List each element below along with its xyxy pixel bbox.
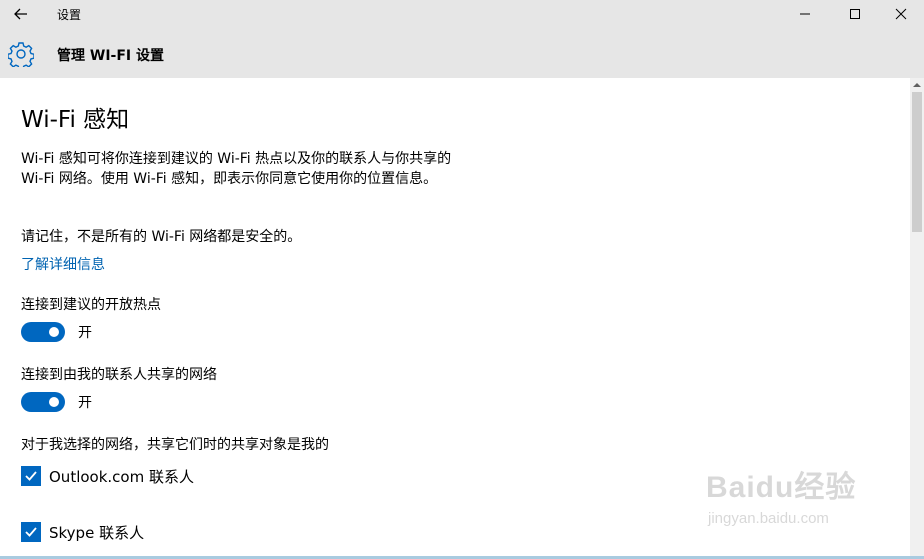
open-hotspots-label: 连接到建议的开放热点 [21,297,161,313]
toggle-state-label: 开 [78,395,92,411]
scroll-up-arrow-icon [913,83,921,87]
open-hotspots-toggle[interactable] [21,322,65,342]
outlook-contacts-label: Outlook.com 联系人 [49,467,194,486]
watermark: Baidu经验 jingyan.baidu.com [700,462,880,542]
description-text: Wi-Fi 感知可将你连接到建议的 Wi-Fi 热点以及你的联系人与你共享的 W… [21,151,452,187]
back-button[interactable] [6,0,36,28]
watermark-logo: Baidu经验 [706,471,857,504]
skype-contacts-checkbox[interactable] [21,522,41,542]
open-hotspots-toggle-row: 开 [21,322,92,342]
window-title: 设置 [57,8,82,22]
share-heading: 对于我选择的网络，共享它们时的共享对象是我的 [21,437,329,453]
outlook-contacts-row: Outlook.com 联系人 [21,466,194,486]
contact-networks-label: 连接到由我的联系人共享的网络 [21,367,217,383]
skype-contacts-row: Skype 联系人 [21,522,144,542]
arrow-left-icon [14,8,27,20]
minimize-icon [800,13,810,15]
title-bar: 设置 [0,0,924,28]
skype-contacts-label: Skype 联系人 [49,523,145,542]
toggle-knob [49,397,59,407]
security-note: 请记住，不是所有的 Wi-Fi 网络都是安全的。 [21,229,302,245]
page-header-title: 管理 WI-FI 设置 [57,48,164,64]
learn-more-link[interactable]: 了解详细信息 [21,254,105,274]
contact-networks-toggle-row: 开 [21,392,92,412]
maximize-icon [850,9,860,19]
scrollbar-thumb[interactable] [912,92,922,232]
settings-header: 管理 WI-FI 设置 [0,28,924,78]
scroll-up-button[interactable] [910,78,924,92]
minimize-button[interactable] [782,0,828,28]
outlook-contacts-checkbox[interactable] [21,466,41,486]
toggle-state-label: 开 [78,325,92,341]
vertical-scrollbar[interactable] [910,78,924,559]
close-icon [895,8,907,20]
contact-networks-toggle[interactable] [21,392,65,412]
checkmark-icon [25,527,37,537]
checkmark-icon [25,471,37,481]
gear-icon [8,42,34,67]
page-title: Wi-Fi 感知 [21,107,130,133]
close-button[interactable] [878,0,924,28]
maximize-button[interactable] [832,0,878,28]
toggle-knob [49,327,59,337]
watermark-url: jingyan.baidu.com [708,510,829,527]
